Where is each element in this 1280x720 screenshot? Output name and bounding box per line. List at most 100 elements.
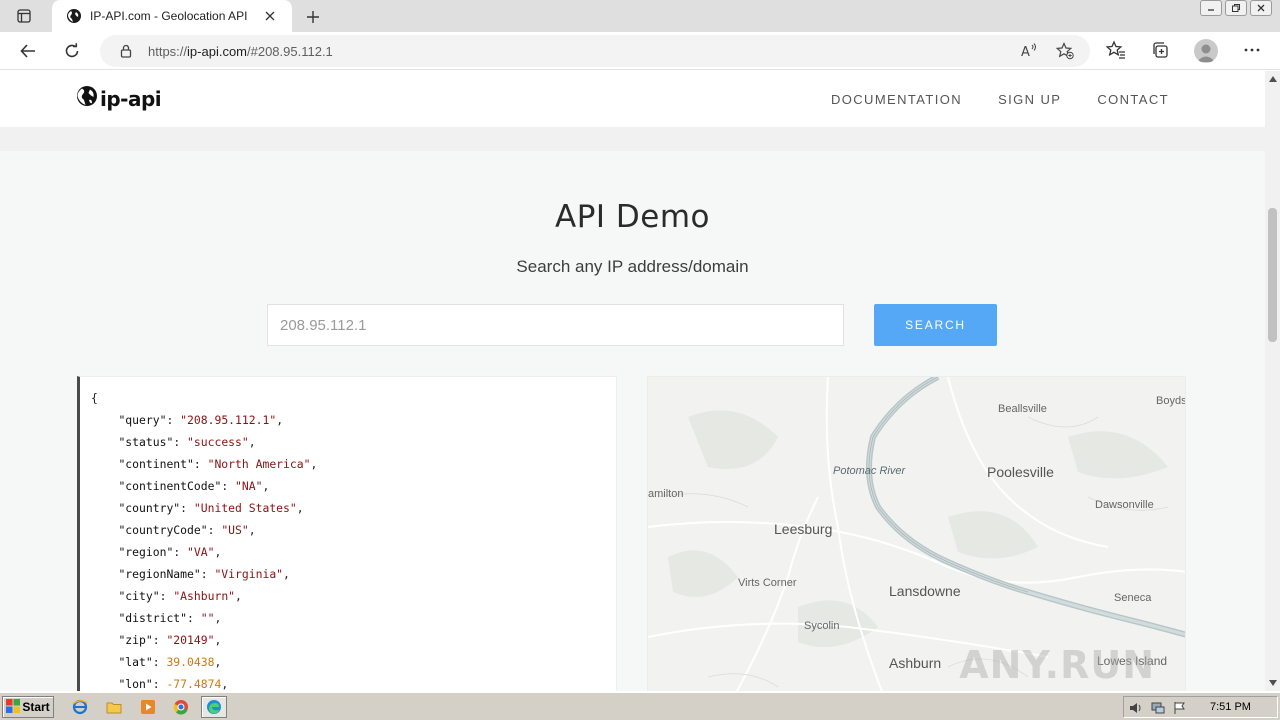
file-explorer-icon[interactable]	[101, 696, 127, 718]
json-response-box: { "query": "208.95.112.1", "status": "su…	[77, 376, 617, 691]
window-close-icon[interactable]	[1250, 0, 1272, 16]
map-label-ashburn: Ashburn	[889, 655, 942, 671]
tab-title: IP-API.com - Geolocation API	[90, 9, 248, 23]
browser-toolbar: https://ip-api.com/#208.95.112.1 A	[0, 32, 1280, 70]
browser-tab-active[interactable]: IP-API.com - Geolocation API	[52, 0, 292, 32]
volume-icon[interactable]	[1128, 700, 1144, 716]
more-options-icon[interactable]	[1241, 39, 1263, 61]
svg-text:A: A	[1021, 45, 1030, 60]
search-button[interactable]: SEARCH	[874, 304, 997, 346]
media-player-icon[interactable]	[135, 696, 161, 718]
json-field-line: "continentCode": "NA",	[118, 479, 270, 493]
url-text[interactable]: https://ip-api.com/#208.95.112.1	[148, 44, 333, 59]
window-controls	[1200, 0, 1272, 18]
demo-title: API Demo	[554, 199, 710, 235]
internet-explorer-icon[interactable]	[67, 696, 93, 718]
collections-icon[interactable]	[1149, 39, 1171, 61]
start-label: Start	[22, 700, 50, 714]
json-value: "North America"	[207, 457, 311, 471]
map-label-beallsville: Beallsville	[998, 403, 1047, 415]
restore-icon[interactable]	[1225, 0, 1247, 16]
json-key: "countryCode"	[118, 523, 208, 537]
close-icon[interactable]	[262, 8, 278, 24]
map-label-leesburg: Leesburg	[774, 521, 833, 537]
json-open-brace: {	[91, 391, 98, 405]
json-key: "query"	[118, 413, 167, 427]
map-label-seneca: Seneca	[1114, 592, 1152, 604]
windows-logo-icon	[6, 698, 21, 716]
nav-sign-up[interactable]: SIGN UP	[998, 92, 1061, 107]
json-field-line: "lat": 39.0438,	[118, 655, 222, 669]
network-icon[interactable]	[1150, 700, 1166, 716]
json-field-line: "zip": "20149",	[118, 633, 222, 647]
json-value: "Ashburn"	[173, 589, 236, 603]
json-key: "lat"	[118, 655, 153, 669]
edge-browser-icon[interactable]	[201, 696, 227, 718]
action-center-flag-icon[interactable]	[1172, 700, 1188, 716]
add-favorite-star-icon[interactable]	[1056, 42, 1074, 60]
json-key: "regionName"	[118, 567, 201, 581]
windows-taskbar: Start 7:51 PM	[0, 692, 1280, 720]
map-label-boyds: Boyds	[1156, 395, 1186, 407]
json-key: "city"	[118, 589, 160, 603]
scrollbar-thumb[interactable]	[1268, 208, 1277, 342]
map-label-virts-corner: Virts Corner	[738, 577, 797, 589]
nav-documentation[interactable]: DOCUMENTATION	[831, 92, 962, 107]
url-scheme: https://	[148, 44, 188, 59]
demo-subtitle: Search any IP address/domain	[516, 257, 749, 276]
json-value: "Virginia"	[214, 567, 284, 581]
json-field-line: "status": "success",	[118, 435, 256, 449]
site-header: ip-api DOCUMENTATION SIGN UP CONTACT	[0, 71, 1265, 127]
json-key: "region"	[118, 545, 174, 559]
favorites-icon[interactable]	[1105, 39, 1127, 61]
json-key: "continent"	[118, 457, 194, 471]
tab-actions-icon[interactable]	[10, 6, 38, 26]
site-logo[interactable]: ip-api	[76, 85, 162, 112]
map-label-lansdowne: Lansdowne	[889, 583, 961, 599]
map-label-poolesville: Poolesville	[987, 464, 1054, 480]
scroll-up-arrow-icon[interactable]	[1268, 74, 1277, 83]
json-key: "zip"	[118, 633, 153, 647]
map-label-sycolin: Sycolin	[804, 620, 840, 632]
read-aloud-icon[interactable]: A	[1020, 42, 1038, 60]
json-value: "United States"	[193, 501, 297, 515]
json-field-line: "query": "208.95.112.1",	[118, 413, 284, 427]
globe-logo-icon	[76, 85, 98, 112]
json-value: "NA"	[235, 479, 263, 493]
url-path: /#208.95.112.1	[247, 44, 333, 59]
lock-icon[interactable]	[118, 43, 134, 59]
json-key: "district"	[118, 611, 188, 625]
chrome-icon[interactable]	[168, 696, 194, 718]
profile-avatar[interactable]	[1194, 39, 1218, 63]
minimize-icon[interactable]	[1200, 0, 1222, 16]
json-value: 39.0438	[166, 655, 215, 669]
start-button[interactable]: Start	[2, 696, 54, 718]
ip-search-input[interactable]	[267, 304, 844, 346]
json-value: -77.4874	[166, 677, 222, 691]
map-label-hamilton: amilton	[648, 488, 684, 500]
json-key: "status"	[118, 435, 174, 449]
json-value: "20149"	[166, 633, 215, 647]
map-label-dawsonville: Dawsonville	[1095, 499, 1154, 511]
address-bar[interactable]: https://ip-api.com/#208.95.112.1 A	[100, 35, 1090, 67]
json-value: "US"	[221, 523, 249, 537]
json-value: ""	[200, 611, 215, 625]
json-value: "208.95.112.1"	[180, 413, 277, 427]
json-key: "lon"	[118, 677, 153, 691]
new-tab-plus-icon[interactable]	[302, 6, 324, 28]
site-nav: DOCUMENTATION SIGN UP CONTACT	[831, 92, 1169, 107]
globe-icon	[66, 8, 82, 24]
nav-contact[interactable]: CONTACT	[1097, 92, 1169, 107]
clock: 7:51 PM	[1210, 701, 1251, 713]
scroll-down-arrow-icon[interactable]	[1268, 678, 1277, 687]
json-key: "continentCode"	[118, 479, 222, 493]
anyrun-watermark: ANY.RUN	[959, 643, 1155, 687]
json-field-line: "city": "Ashburn",	[118, 589, 242, 603]
json-field-line: "district": "",	[118, 611, 222, 625]
web-page: ip-api DOCUMENTATION SIGN UP CONTACT API…	[0, 71, 1265, 691]
page-scrollbar[interactable]	[1265, 71, 1280, 691]
system-tray: 7:51 PM	[1123, 696, 1278, 718]
refresh-icon[interactable]	[60, 39, 84, 63]
location-map[interactable]: Beallsville Boyds Potomac River Poolesvi…	[647, 376, 1186, 691]
back-arrow-icon[interactable]	[16, 39, 40, 63]
